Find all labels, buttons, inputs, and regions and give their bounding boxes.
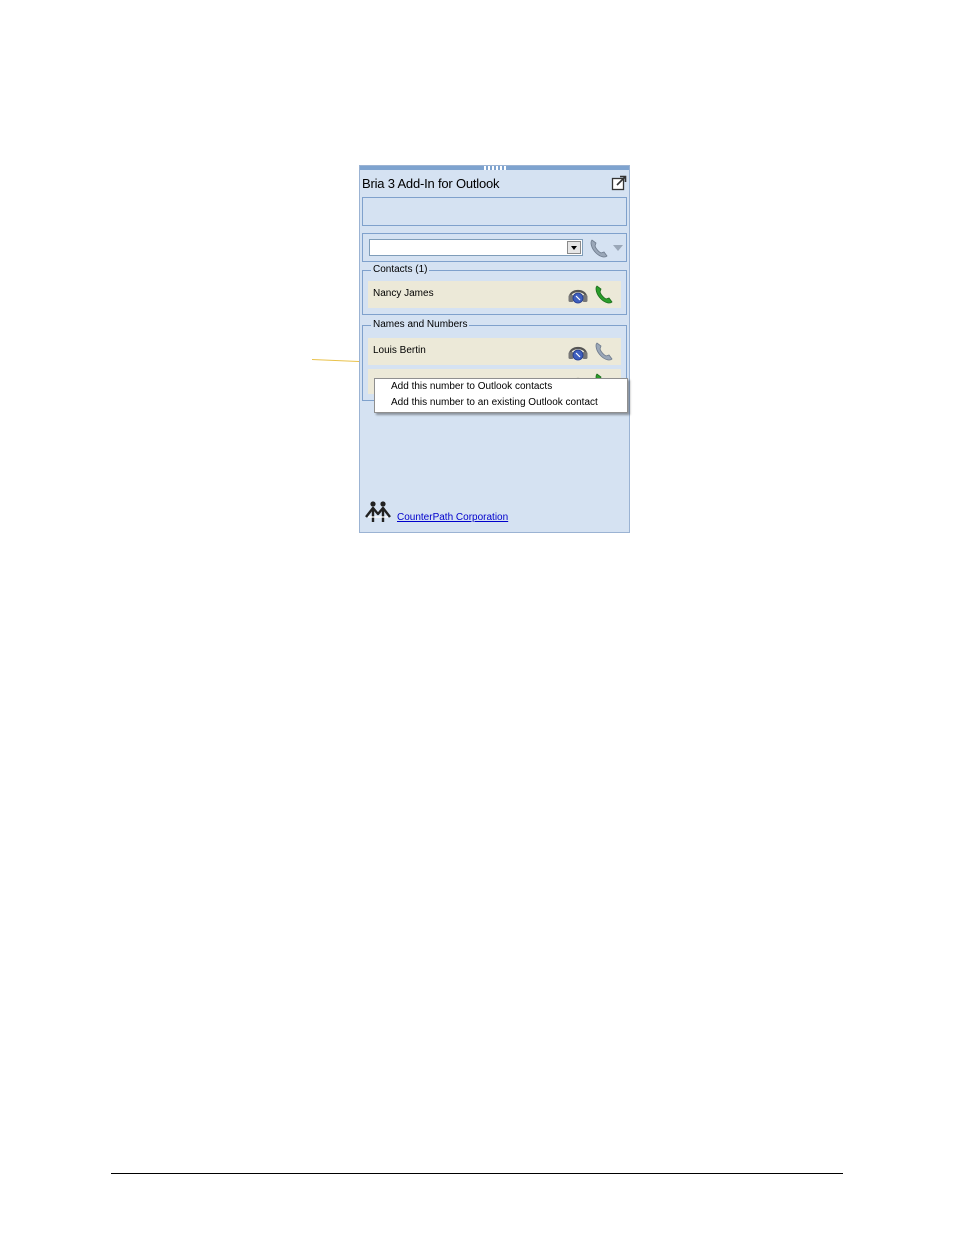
resize-grip[interactable] xyxy=(484,166,506,170)
dial-number-combobox[interactable] xyxy=(369,239,583,256)
list-item-name: Louis Bertin xyxy=(373,345,426,356)
counterpath-logo-icon xyxy=(365,501,391,522)
list-item[interactable]: Louis Bertin xyxy=(368,338,621,365)
phone-green-icon[interactable] xyxy=(593,283,615,305)
headset-video-call-icon[interactable] xyxy=(567,283,589,305)
counterpath-link[interactable]: CounterPath Corporation xyxy=(397,512,508,523)
dial-phone-icon[interactable] xyxy=(588,237,610,259)
panel-header-bar xyxy=(360,166,629,170)
context-menu: Add this number to Outlook contacts Add … xyxy=(374,378,628,413)
phone-gray-icon[interactable] xyxy=(593,340,615,362)
contacts-group-label: Contacts (1) xyxy=(371,264,430,276)
headset-video-call-icon[interactable] xyxy=(567,340,589,362)
page-footer-rule xyxy=(111,1173,843,1174)
contact-row[interactable]: Nancy James xyxy=(368,281,621,308)
status-info-box xyxy=(362,197,627,226)
panel-title: Bria 3 Add-In for Outlook xyxy=(362,176,500,191)
menu-item-add-to-outlook[interactable]: Add this number to Outlook contacts xyxy=(391,381,552,392)
bria-addin-panel: Bria 3 Add-In for Outlook Contacts (1) N… xyxy=(359,165,630,533)
dial-options-chevron-down-icon[interactable] xyxy=(613,245,623,251)
combobox-dropdown-button[interactable] xyxy=(567,241,581,254)
popout-icon[interactable] xyxy=(611,175,627,191)
menu-item-add-to-existing[interactable]: Add this number to an existing Outlook c… xyxy=(391,397,598,408)
contacts-group: Contacts (1) Nancy James xyxy=(362,264,627,315)
contact-name: Nancy James xyxy=(373,288,434,299)
dial-bar xyxy=(362,233,627,262)
names-group-label: Names and Numbers xyxy=(371,319,470,331)
